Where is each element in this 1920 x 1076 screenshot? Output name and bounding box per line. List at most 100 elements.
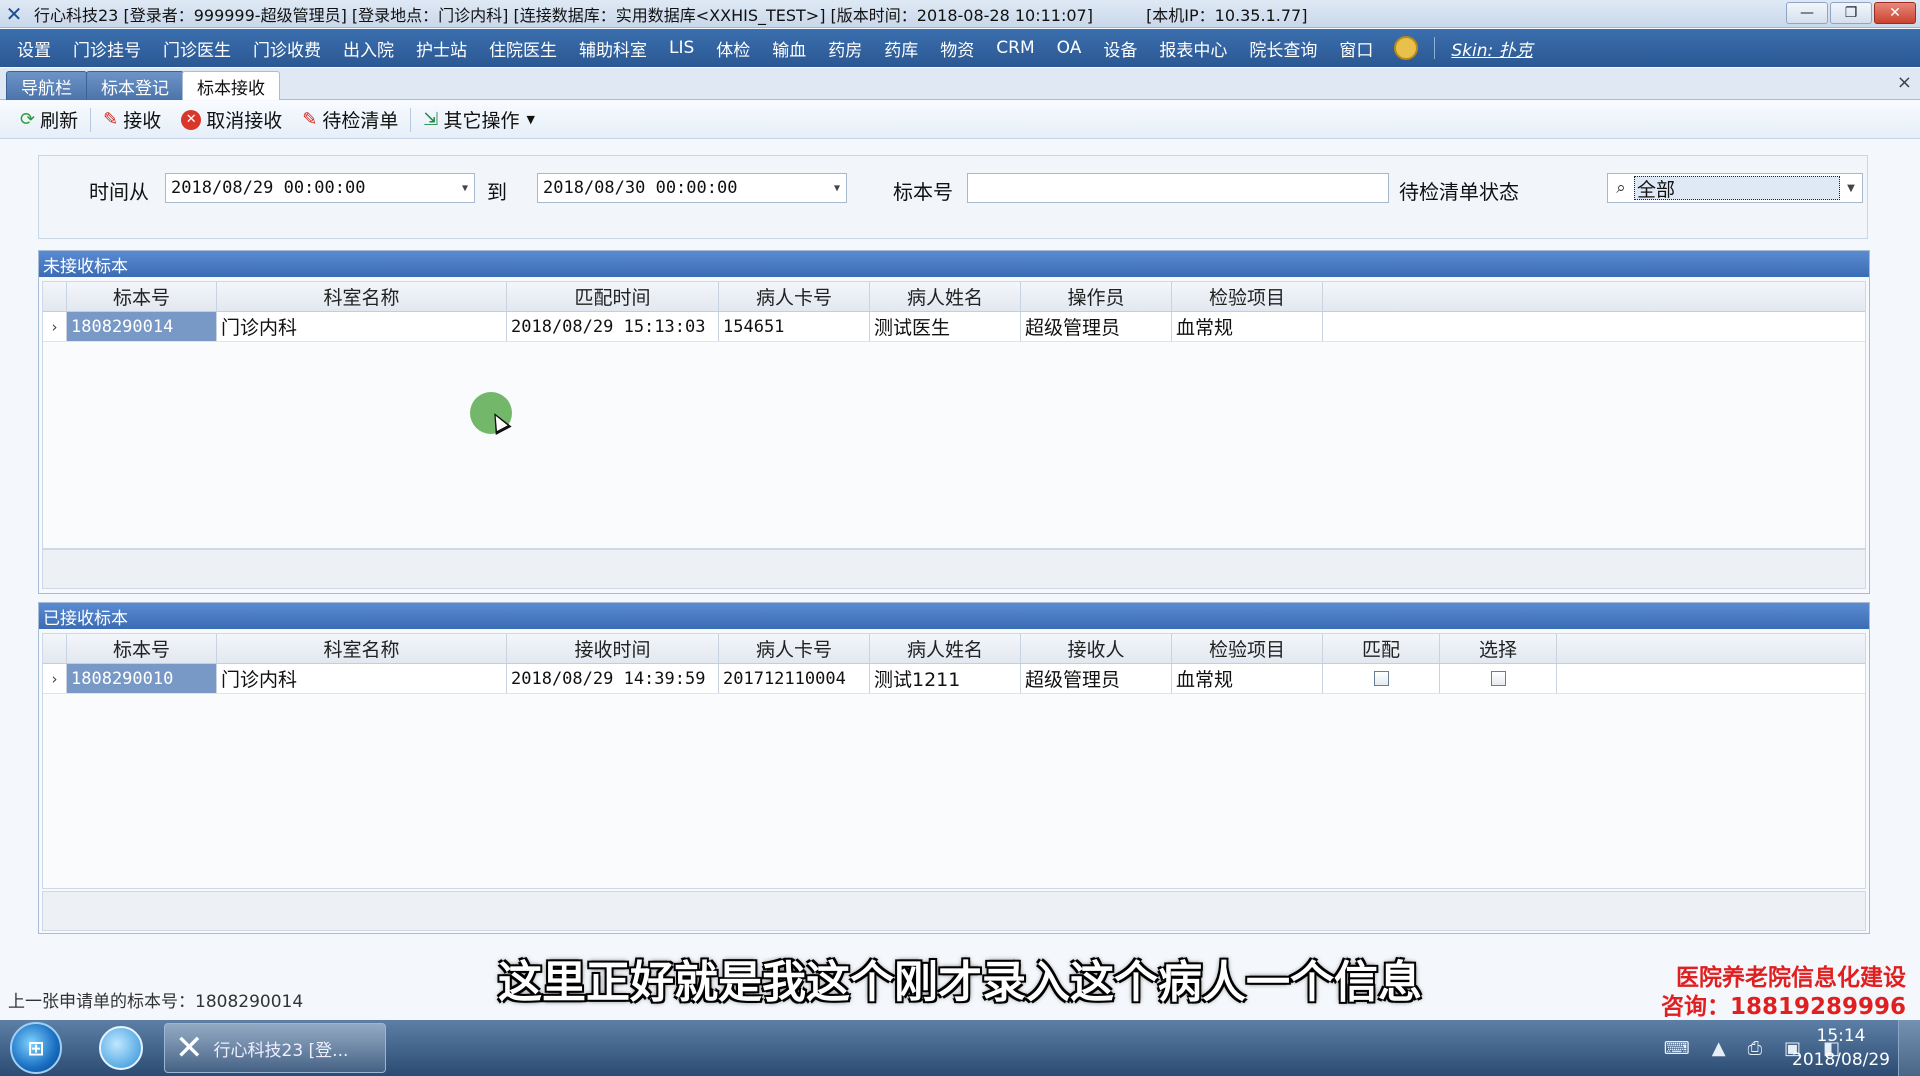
column-header[interactable]: 检验项目 bbox=[1172, 634, 1323, 663]
menu-item-admission[interactable]: 出入院 bbox=[332, 36, 405, 61]
cancel-receive-button[interactable]: ✕ 取消接收 bbox=[171, 106, 292, 133]
refresh-button[interactable]: ⟳ 刷新 bbox=[10, 106, 88, 133]
row-pointer-icon: › bbox=[43, 312, 67, 341]
chevron-down-icon[interactable]: ▼ bbox=[1840, 183, 1862, 194]
cell-dept[interactable]: 门诊内科 bbox=[217, 312, 507, 341]
taskbar-app-button[interactable]: ✕ 行心科技23 [登... bbox=[164, 1023, 386, 1073]
table-row[interactable]: › 1808290014 门诊内科 2018/08/29 15:13:03 15… bbox=[43, 312, 1865, 342]
row-indicator-header bbox=[43, 282, 67, 311]
menu-item-drug-store[interactable]: 药库 bbox=[873, 36, 929, 61]
printer-icon[interactable]: ⎙ bbox=[1748, 1038, 1762, 1059]
menu-item-pharmacy[interactable]: 药房 bbox=[817, 36, 873, 61]
restore-button[interactable]: ❐ bbox=[1830, 2, 1872, 24]
cell-match-time[interactable]: 2018/08/29 15:13:03 bbox=[507, 312, 719, 341]
cell-receiver[interactable]: 超级管理员 bbox=[1021, 664, 1172, 693]
menu-item-outpatient-billing[interactable]: 门诊收费 bbox=[242, 36, 332, 61]
specimen-no-input[interactable] bbox=[967, 173, 1389, 203]
menu-item-report-center[interactable]: 报表中心 bbox=[1148, 36, 1238, 61]
cell-patient[interactable]: 测试医生 bbox=[870, 312, 1021, 341]
column-header[interactable]: 接收人 bbox=[1021, 634, 1172, 663]
cell-specimen-no[interactable]: 1808290014 bbox=[67, 312, 217, 341]
column-header[interactable]: 检验项目 bbox=[1172, 282, 1323, 311]
skin-link[interactable]: Skin: 扑克 bbox=[1441, 36, 1542, 61]
close-tab-icon[interactable]: × bbox=[1897, 72, 1912, 93]
column-header[interactable]: 标本号 bbox=[67, 634, 217, 663]
cell-card-no[interactable]: 154651 bbox=[719, 312, 870, 341]
cell-receive-time[interactable]: 2018/08/29 14:39:59 bbox=[507, 664, 719, 693]
pending-list-button[interactable]: ✎ 待检清单 bbox=[292, 106, 408, 133]
column-header[interactable]: 接收时间 bbox=[507, 634, 719, 663]
chevron-down-icon[interactable]: ▼ bbox=[456, 174, 474, 202]
cell-card-no[interactable]: 201712110004 bbox=[719, 664, 870, 693]
video-subtitle: 这里正好就是我这个刚才录入这个病人一个信息 bbox=[498, 957, 1422, 1008]
receive-button[interactable]: ✎ 接收 bbox=[93, 106, 171, 133]
other-operations-dropdown[interactable]: ⇲ 其它操作 ▼ bbox=[413, 106, 545, 133]
show-desktop-button[interactable] bbox=[1898, 1020, 1920, 1076]
received-panel: 已接收标本 标本号 科室名称 接收时间 病人卡号 病人姓名 接收人 检验项目 匹… bbox=[38, 602, 1870, 934]
time-to-picker[interactable]: 2018/08/30 00:00:00 ▼ bbox=[537, 173, 847, 203]
menu-item-outpatient-doctor[interactable]: 门诊医生 bbox=[152, 36, 242, 61]
menu-item-transfusion[interactable]: 输血 bbox=[761, 36, 817, 61]
column-header[interactable]: 科室名称 bbox=[217, 282, 507, 311]
time-from-picker[interactable]: 2018/08/29 00:00:00 ▼ bbox=[165, 173, 475, 203]
column-header[interactable]: 病人姓名 bbox=[870, 282, 1021, 311]
cell-item[interactable]: 血常规 bbox=[1172, 664, 1323, 693]
menu-item-auxiliary-dept[interactable]: 辅助科室 bbox=[568, 36, 658, 61]
menu-item-equipment[interactable]: 设备 bbox=[1092, 36, 1148, 61]
column-header[interactable]: 科室名称 bbox=[217, 634, 507, 663]
time-from-label: 时间从 bbox=[89, 180, 149, 204]
menu-item-lis[interactable]: LIS bbox=[658, 38, 705, 58]
column-header[interactable]: 匹配时间 bbox=[507, 282, 719, 311]
tray-expand-icon[interactable]: ▲ bbox=[1712, 1038, 1726, 1059]
pending-status-select[interactable]: ⌕ 全部 ▼ bbox=[1607, 173, 1863, 203]
menu-item-settings[interactable]: 设置 bbox=[6, 36, 62, 61]
cell-patient[interactable]: 测试1211 bbox=[870, 664, 1021, 693]
matched-checkbox[interactable] bbox=[1373, 671, 1389, 686]
cell-dept[interactable]: 门诊内科 bbox=[217, 664, 507, 693]
column-header[interactable]: 匹配 bbox=[1323, 634, 1440, 663]
menu-item-crm[interactable]: CRM bbox=[985, 38, 1045, 58]
row-pointer-icon: › bbox=[43, 664, 67, 693]
taskbar-pinned-app[interactable] bbox=[86, 1022, 156, 1074]
menu-item-materials[interactable]: 物资 bbox=[929, 36, 985, 61]
cancel-icon: ✕ bbox=[181, 109, 202, 130]
close-window-button[interactable]: ✕ bbox=[1874, 2, 1916, 24]
table-row[interactable]: › 1808290010 门诊内科 2018/08/29 14:39:59 20… bbox=[43, 664, 1865, 694]
column-header[interactable]: 病人卡号 bbox=[719, 634, 870, 663]
title-ip: [本机IP：10.35.1.77] bbox=[1146, 5, 1308, 25]
menu-item-checkup[interactable]: 体检 bbox=[705, 36, 761, 61]
tab-navigation[interactable]: 导航栏 bbox=[6, 71, 87, 100]
skin-palette-icon[interactable] bbox=[1394, 36, 1419, 60]
cell-specimen-no[interactable]: 1808290010 bbox=[67, 664, 217, 693]
tab-specimen-receive[interactable]: 标本接收 bbox=[182, 71, 280, 100]
start-button[interactable]: ⊞ bbox=[10, 1022, 62, 1074]
refresh-label: 刷新 bbox=[40, 110, 79, 132]
grid-footer bbox=[42, 549, 1866, 589]
menu-item-registration[interactable]: 门诊挂号 bbox=[62, 36, 152, 61]
column-header[interactable]: 选择 bbox=[1440, 634, 1557, 663]
title-app-name: 行心科技23 bbox=[34, 5, 119, 25]
toolbar-separator bbox=[410, 107, 412, 132]
column-header[interactable]: 操作员 bbox=[1021, 282, 1172, 311]
search-icon: ⌕ bbox=[1616, 178, 1626, 198]
keyboard-icon[interactable]: ⌨ bbox=[1664, 1038, 1690, 1059]
unreceived-panel: 未接收标本 标本号 科室名称 匹配时间 病人卡号 病人姓名 操作员 检验项目 ›… bbox=[38, 250, 1870, 594]
menu-item-inpatient-doctor[interactable]: 住院医生 bbox=[478, 36, 568, 61]
tab-specimen-register[interactable]: 标本登记 bbox=[86, 71, 184, 100]
minimize-button[interactable]: — bbox=[1786, 2, 1828, 24]
chevron-down-icon[interactable]: ▼ bbox=[828, 174, 846, 202]
select-checkbox[interactable] bbox=[1490, 671, 1506, 686]
cell-item[interactable]: 血常规 bbox=[1172, 312, 1323, 341]
column-header[interactable]: 标本号 bbox=[67, 282, 217, 311]
menu-item-window[interactable]: 窗口 bbox=[1328, 36, 1384, 61]
specimen-no-label: 标本号 bbox=[893, 180, 953, 204]
time-to-value: 2018/08/30 00:00:00 bbox=[543, 178, 738, 198]
cell-operator[interactable]: 超级管理员 bbox=[1021, 312, 1172, 341]
system-clock[interactable]: 15:14 2018/08/29 bbox=[1792, 1024, 1890, 1072]
column-header[interactable]: 病人姓名 bbox=[870, 634, 1021, 663]
filter-panel: 时间从 2018/08/29 00:00:00 ▼ 到 2018/08/30 0… bbox=[38, 155, 1868, 239]
menu-item-director-query[interactable]: 院长查询 bbox=[1238, 36, 1328, 61]
menu-item-nurse-station[interactable]: 护士站 bbox=[405, 36, 478, 61]
menu-item-oa[interactable]: OA bbox=[1046, 38, 1093, 58]
column-header[interactable]: 病人卡号 bbox=[719, 282, 870, 311]
